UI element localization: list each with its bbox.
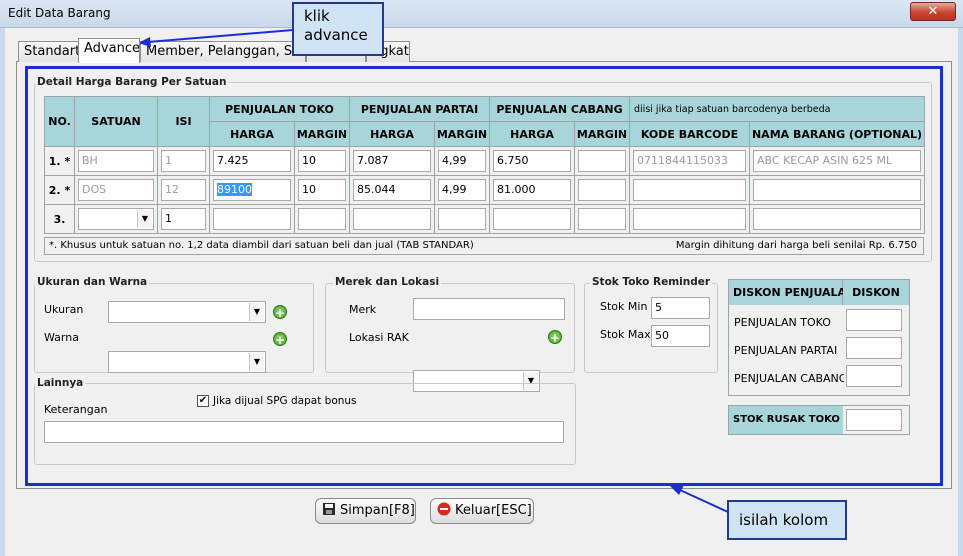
arrow-to-advance-tab — [147, 29, 294, 43]
tab-advance[interactable]: Advance — [78, 38, 140, 63]
annotation-arrows — [138, 29, 729, 513]
arrow-to-form — [679, 489, 729, 513]
